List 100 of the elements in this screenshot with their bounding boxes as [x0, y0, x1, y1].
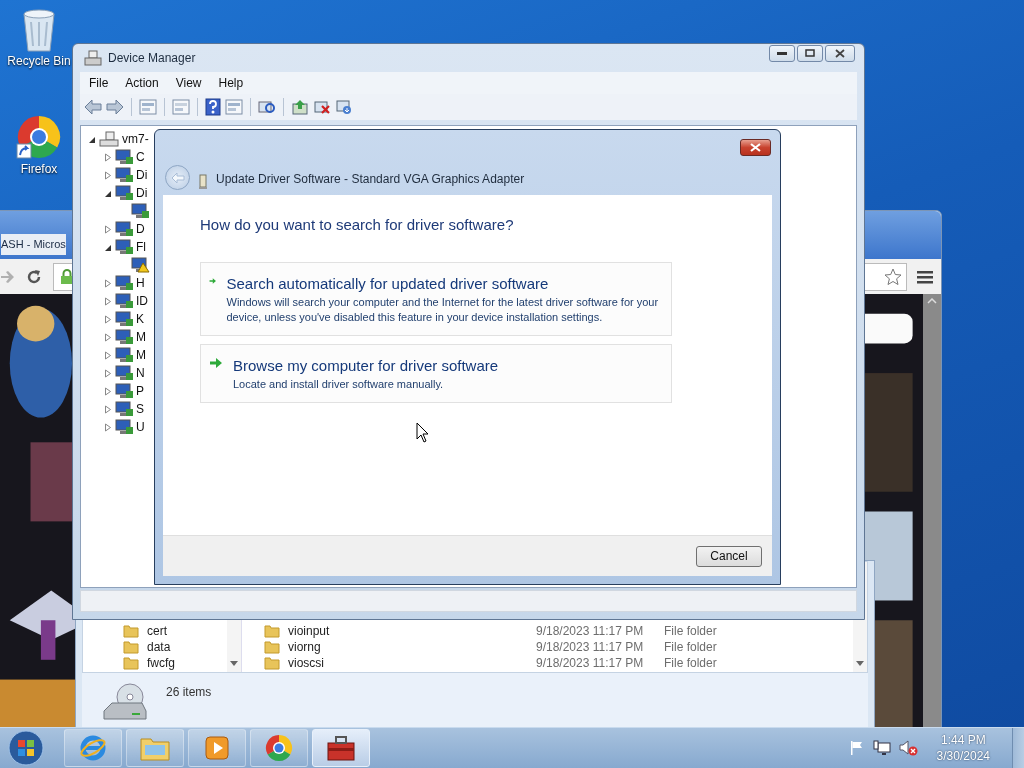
toolbox-icon — [326, 734, 356, 762]
taskbar-app-button[interactable] — [312, 729, 370, 767]
tree-item-label[interactable]: U — [136, 420, 145, 434]
cancel-button[interactable]: Cancel — [696, 545, 762, 567]
folder-icon — [264, 624, 280, 638]
start-orb-icon — [8, 730, 44, 766]
menu-icon[interactable] — [917, 269, 933, 284]
menu-item[interactable]: Help — [209, 76, 252, 90]
menu-item[interactable]: Action — [116, 76, 167, 90]
monitor-icon — [114, 167, 134, 183]
folder-icon — [123, 640, 139, 654]
date-modified: 9/18/2023 11:17 PM — [536, 656, 645, 670]
update-driver-icon[interactable] — [291, 99, 309, 115]
close-icon — [750, 143, 761, 152]
monitor-icon — [130, 203, 150, 219]
folder-icon — [123, 624, 139, 638]
minimize-button[interactable] — [769, 44, 795, 62]
tree-item-label[interactable]: D — [136, 222, 145, 236]
monitor-icon — [114, 185, 134, 201]
show-desktop-button[interactable] — [1012, 728, 1024, 768]
desktop-icon-label[interactable]: Recycle Bin — [7, 54, 71, 68]
tree-item-label[interactable]: S — [136, 402, 144, 416]
file-name[interactable]: vioscsi — [288, 656, 528, 670]
folder-name[interactable]: fwcfg — [147, 656, 175, 670]
scroll-up-icon[interactable] — [927, 298, 937, 304]
close-button[interactable] — [825, 44, 855, 62]
monitor-icon — [114, 239, 134, 255]
tree-item-label[interactable]: Fl — [136, 240, 146, 254]
monitor-icon — [114, 275, 134, 291]
browser-e-icon — [79, 734, 107, 762]
maximize-button[interactable] — [797, 44, 823, 62]
monitor-icon — [114, 311, 134, 327]
console-tree-icon[interactable] — [139, 99, 157, 115]
muted-speaker-icon[interactable] — [898, 740, 919, 756]
tree-item-label[interactable]: ID — [136, 294, 148, 308]
monitor-icon — [114, 149, 134, 165]
folder-name[interactable]: cert — [147, 624, 167, 638]
dialog-heading: How do you want to search for driver software? — [200, 216, 515, 233]
minimize-icon — [777, 51, 787, 55]
option-title: Search automatically for updated driver software — [226, 275, 550, 292]
folder-icon — [123, 656, 139, 670]
monitor-icon — [114, 419, 134, 435]
option-card[interactable] — [200, 262, 672, 336]
scroll-down-icon[interactable] — [856, 661, 864, 666]
menu-item[interactable]: View — [166, 76, 210, 90]
tree-item-label[interactable]: Di — [136, 168, 148, 182]
tree-item-label[interactable]: H — [136, 276, 145, 290]
tree-item-label[interactable]: N — [136, 366, 145, 380]
item-count: 26 items — [166, 685, 212, 699]
file-type: File folder — [664, 624, 717, 638]
option-description: Locate and install driver software manually. — [233, 377, 445, 392]
reload-icon[interactable] — [25, 267, 43, 286]
chrome-shortcut-icon[interactable] — [16, 114, 62, 160]
cursor-icon — [416, 422, 429, 443]
close-button[interactable] — [740, 139, 771, 156]
expand-triangle-icon[interactable] — [104, 224, 112, 234]
option-description: Windows will search your computer and the Internet for the latest driver software for your device, unless you've disabled this feature in your device installation settings. — [226, 295, 660, 325]
recycle-bin-icon[interactable] — [21, 8, 57, 52]
network-icon[interactable] — [872, 740, 891, 756]
tree-item-label[interactable]: M — [136, 330, 146, 344]
desktop-icon-label[interactable]: Firefox — [20, 162, 58, 176]
tree-item-label[interactable]: K — [136, 312, 144, 326]
star-icon[interactable] — [884, 267, 902, 286]
tree-item-label[interactable]: C — [136, 150, 145, 164]
device-warning-icon — [130, 257, 150, 273]
monitor-icon — [114, 401, 134, 417]
tree-item-label[interactable]: M — [136, 348, 146, 362]
enable-device-icon[interactable] — [335, 99, 353, 115]
folder-icon — [264, 640, 280, 654]
flag-icon[interactable] — [848, 740, 865, 756]
folder-name[interactable]: data — [147, 640, 171, 654]
media-player-icon — [204, 735, 230, 761]
help-icon[interactable] — [205, 98, 221, 116]
tree-item-label[interactable]: P — [136, 384, 144, 398]
option-card[interactable]: Browse my computer for driver software Locate and install driver software manually. — [200, 344, 672, 403]
scan-hardware-icon[interactable] — [258, 99, 276, 115]
forward-arrow-icon[interactable] — [0, 268, 15, 285]
monitor-icon — [114, 383, 134, 399]
start-button[interactable] — [6, 728, 46, 768]
monitor-icon — [114, 329, 134, 345]
monitor-icon — [114, 347, 134, 363]
menu-item[interactable]: File — [80, 76, 117, 90]
date-modified: 9/18/2023 11:17 PM — [536, 640, 645, 654]
arrow-right-icon — [209, 357, 223, 369]
adapter-icon — [198, 174, 208, 190]
scroll-down-icon[interactable] — [230, 661, 238, 666]
back-arrow-icon[interactable] — [84, 99, 102, 115]
forward-arrow-icon[interactable] — [106, 99, 124, 115]
scrollbar[interactable] — [923, 294, 941, 729]
date-modified: 9/18/2023 11:17 PM — [536, 624, 645, 638]
file-name[interactable]: viorng — [288, 640, 528, 654]
tree-item-label[interactable]: vm7- — [122, 132, 149, 146]
dialog-title: Update Driver Software - Standard VGA Graphics Adapter — [216, 172, 525, 186]
tree-item-label[interactable]: Di — [136, 186, 148, 200]
monitor-icon — [114, 293, 134, 309]
chrome-icon — [264, 733, 294, 763]
browser-tab-title[interactable]: ASH - Micros — [1, 234, 66, 255]
uninstall-icon[interactable] — [313, 99, 331, 115]
file-name[interactable]: vioinput — [288, 624, 528, 638]
monitor-icon — [114, 365, 134, 381]
